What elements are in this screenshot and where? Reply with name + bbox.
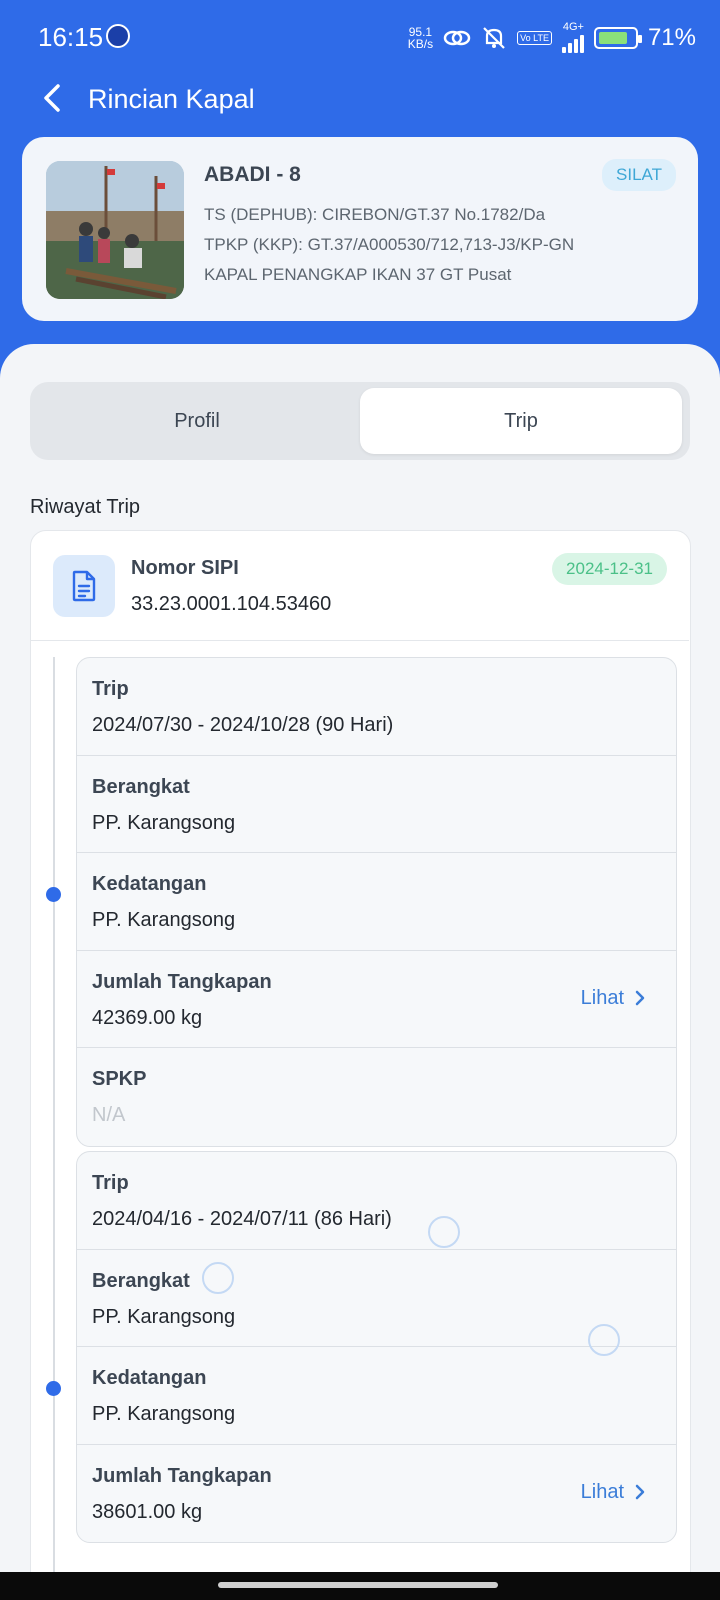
departure-row: Berangkat PP. Karangsong	[77, 1250, 676, 1347]
spkp-row: SPKP N/A	[77, 1048, 676, 1146]
trip-label: Trip	[92, 678, 129, 700]
view-catch-label: Lihat	[580, 1480, 624, 1503]
trip-period-row: Trip 2024/07/30 - 2024/10/28 (90 Hari)	[77, 658, 676, 756]
sipi-header: Nomor SIPI 33.23.0001.104.53460 2024-12-…	[31, 531, 689, 641]
view-catch-link[interactable]: Lihat	[581, 987, 646, 1010]
status-icons: 95.1 KB/s Vo LTE 4G+ 71%	[408, 22, 696, 53]
arrival-label: Kedatangan	[92, 873, 207, 895]
catch-label: Jumlah Tangkapan	[92, 970, 272, 993]
network-type: 4G+	[562, 21, 584, 33]
app-header: Rincian Kapal	[0, 74, 720, 138]
chevron-left-icon	[44, 84, 60, 112]
departure-value: PP. Karangsong	[92, 811, 236, 834]
status-time: 16:15	[38, 22, 104, 52]
trip-card: Trip 2024/04/16 - 2024/07/11 (86 Hari) B…	[76, 1151, 677, 1543]
volte-icon: Vo LTE	[517, 30, 552, 45]
departure-label: Berangkat	[92, 775, 190, 798]
content-sheet: Profil Trip Riwayat Trip Nomor SIPI 33.2…	[0, 344, 720, 1572]
source-badge: SILAT	[602, 159, 676, 191]
battery-percent: 71%	[647, 23, 696, 51]
status-bar: 16:15 95.1 KB/s Vo LTE 4G+ 71%	[0, 0, 720, 74]
departure-row: Berangkat PP. Karangsong	[77, 756, 676, 853]
battery-icon	[593, 26, 642, 49]
document-icon	[72, 570, 96, 602]
arrival-row: Kedatangan PP. Karangsong	[77, 853, 676, 951]
timeline-line	[53, 657, 55, 1572]
catch-value: 42369.00 kg	[92, 1006, 203, 1029]
network-speed-value: 95.1	[408, 24, 433, 39]
notification-app-icon	[106, 24, 130, 48]
sipi-label: Nomor SIPI	[131, 557, 239, 579]
timeline-dot	[46, 887, 61, 902]
vessel-ts-registration: TS (DEPHUB): CIREBON/GT.37 No.1782/Da	[204, 205, 546, 224]
trip-card: Trip 2024/07/30 - 2024/10/28 (90 Hari) B…	[76, 657, 677, 1147]
sipi-date-badge: 2024-12-31	[552, 553, 667, 585]
arrival-row: Kedatangan PP. Karangsong	[77, 1347, 676, 1445]
link-icon	[443, 30, 471, 45]
view-catch-link[interactable]: Lihat	[581, 1481, 646, 1504]
home-indicator[interactable]	[218, 1582, 498, 1588]
chevron-right-icon	[635, 1484, 645, 1500]
catch-row: Jumlah Tangkapan 38601.00 kg Lihat	[77, 1445, 676, 1543]
chevron-right-icon	[635, 990, 645, 1006]
back-button[interactable]	[34, 78, 74, 118]
page-title: Rincian Kapal	[88, 84, 255, 114]
touch-ripple	[202, 1262, 234, 1294]
cellular-signal-icon: 4G+	[561, 21, 584, 53]
tab-bar: Profil Trip	[30, 382, 690, 460]
vessel-photo	[46, 161, 184, 299]
network-speed-unit: KB/s	[407, 36, 434, 51]
trip-label: Trip	[92, 1172, 129, 1194]
vessel-card: ABADI - 8 SILAT TS (DEPHUB): CIREBON/GT.…	[22, 137, 698, 321]
vessel-name: ABADI - 8	[204, 163, 301, 186]
sipi-number: 33.23.0001.104.53460	[131, 593, 332, 615]
tab-trip[interactable]: Trip	[360, 388, 682, 454]
catch-row: Jumlah Tangkapan 42369.00 kg Lihat	[77, 951, 676, 1048]
catch-value: 38601.00 kg	[92, 1500, 203, 1523]
view-catch-label: Lihat	[580, 986, 624, 1009]
network-speed: 95.1 KB/s	[408, 26, 433, 50]
spkp-value: N/A	[92, 1104, 126, 1126]
touch-ripple	[428, 1216, 460, 1248]
document-icon-box	[53, 555, 115, 617]
spkp-label: SPKP	[92, 1068, 147, 1090]
departure-value: PP. Karangsong	[92, 1305, 236, 1328]
system-navigation-bar	[0, 1572, 720, 1600]
trip-period-value: 2024/07/30 - 2024/10/28 (90 Hari)	[92, 714, 394, 736]
vessel-type-info: KAPAL PENANGKAP IKAN 37 GT Pusat	[204, 265, 512, 284]
timeline-dot	[46, 1381, 61, 1396]
catch-label: Jumlah Tangkapan	[92, 1464, 272, 1487]
trip-period-row: Trip 2024/04/16 - 2024/07/11 (86 Hari)	[77, 1152, 676, 1250]
arrival-value: PP. Karangsong	[92, 1403, 236, 1425]
departure-label: Berangkat	[92, 1269, 190, 1292]
section-title: Riwayat Trip	[30, 496, 141, 518]
sipi-card: Nomor SIPI 33.23.0001.104.53460 2024-12-…	[30, 530, 691, 1572]
touch-ripple	[588, 1324, 620, 1356]
arrival-value: PP. Karangsong	[92, 909, 236, 931]
tab-profil[interactable]: Profil	[36, 388, 358, 454]
mute-bell-icon	[483, 26, 505, 49]
vessel-tpkp-registration: TPKP (KKP): GT.37/A000530/712,713-J3/KP-…	[204, 235, 575, 254]
arrival-label: Kedatangan	[92, 1367, 207, 1389]
trip-period-value: 2024/04/16 - 2024/07/11 (86 Hari)	[92, 1208, 392, 1230]
